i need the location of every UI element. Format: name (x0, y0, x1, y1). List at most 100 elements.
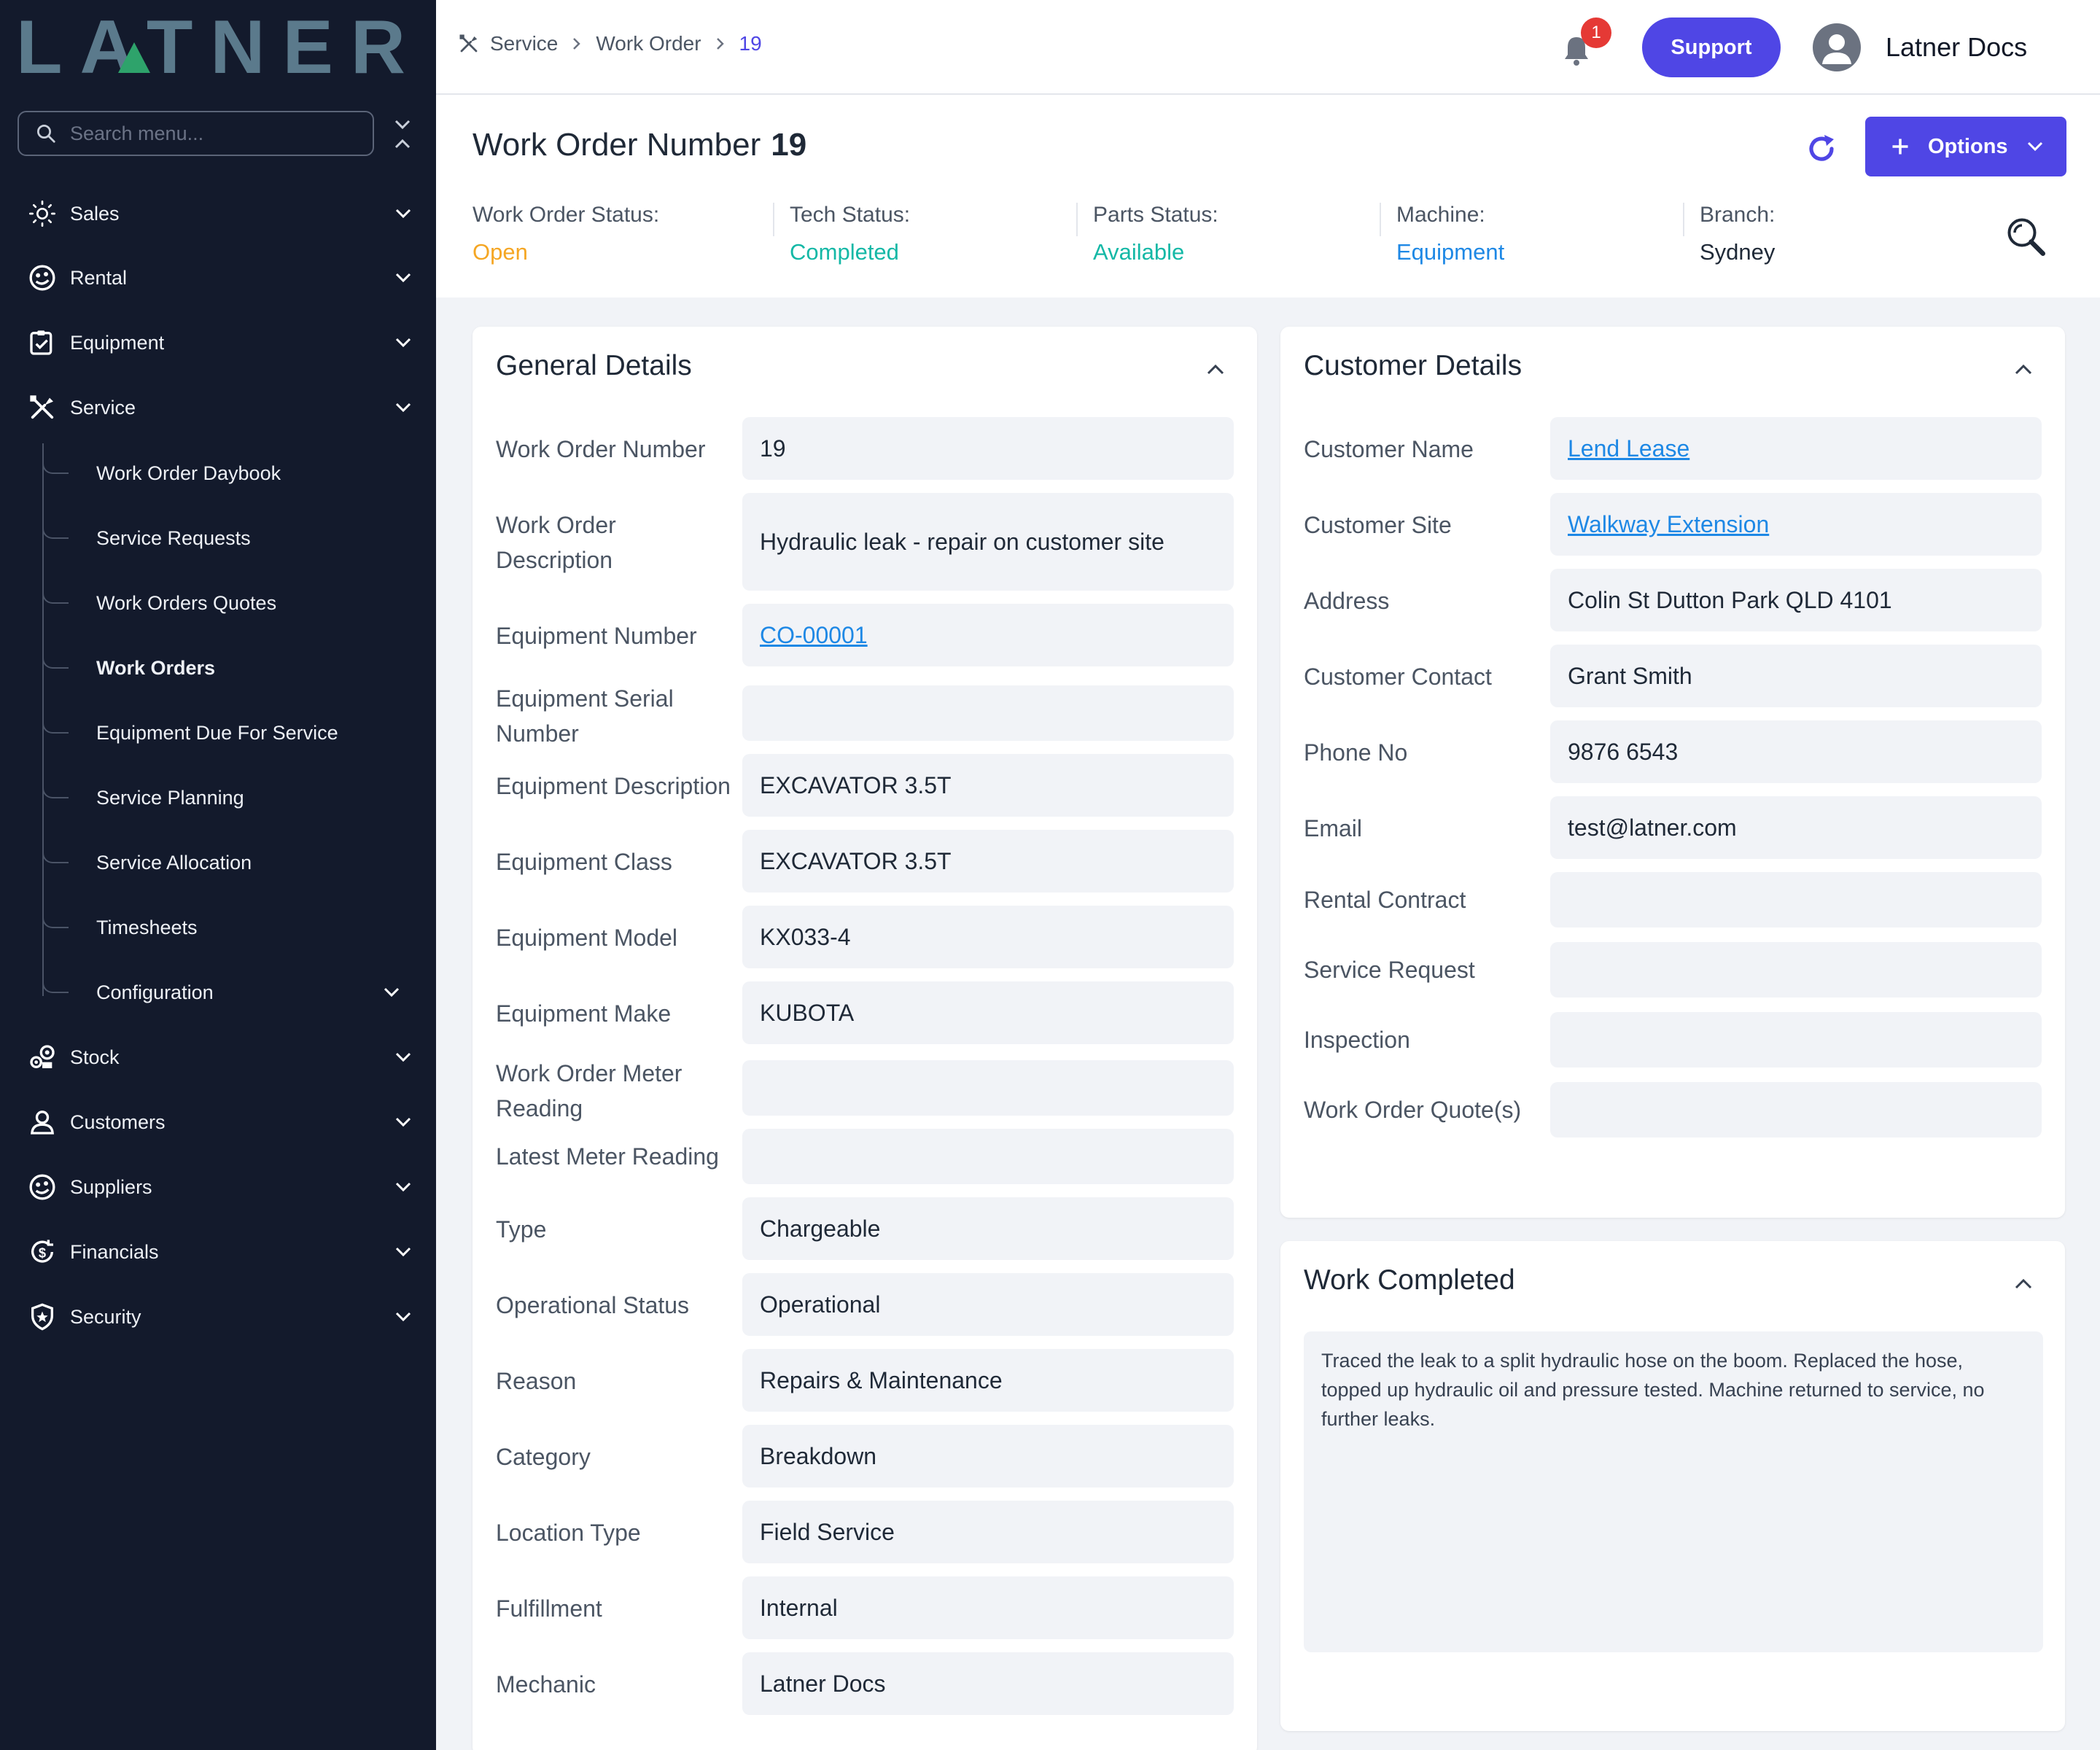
options-button[interactable]: Options (1865, 117, 2066, 176)
sidebar-item-label: Customers (70, 1111, 166, 1133)
submenu-item-label: Work Orders Quotes (96, 591, 277, 614)
field-address: Colin St Dutton Park QLD 4101 (1550, 569, 2042, 631)
field-work-order-quotes (1550, 1082, 2042, 1138)
status-value: Available (1093, 239, 1185, 265)
field-equipment-number-link[interactable]: CO-00001 (742, 604, 1234, 666)
search-icon (37, 125, 55, 143)
field-category: Breakdown (742, 1425, 1234, 1488)
sidebar-item-suppliers[interactable]: Suppliers (0, 1162, 436, 1213)
sidebar-item-financials[interactable]: $ Financials (0, 1226, 436, 1278)
field-label: Category (496, 1444, 591, 1470)
chevron-down-icon (381, 981, 402, 1003)
submenu-item-work-order-daybook[interactable]: Work Order Daybook (42, 448, 436, 499)
chevron-down-icon (392, 1241, 414, 1263)
field-customer-site-link[interactable]: Walkway Extension (1550, 493, 2042, 556)
status-work-order: Work Order Status: Open (472, 203, 659, 268)
status-branch: Branch: Sydney (1700, 203, 1775, 268)
submenu-item-label: Service Allocation (96, 851, 252, 874)
sidebar-item-customers[interactable]: Customers (0, 1097, 436, 1148)
page-title-prefix: Work Order Number (472, 127, 761, 163)
financials-icon: $ (26, 1236, 58, 1268)
submenu-item-service-requests[interactable]: Service Requests (42, 513, 436, 564)
field-label: Reason (496, 1368, 577, 1394)
search-menu-field[interactable] (18, 111, 374, 156)
field-label: Location Type (496, 1520, 641, 1546)
service-icon (26, 392, 58, 424)
submenu-item-configuration[interactable]: Configuration (42, 967, 436, 1018)
page-title: Work Order Number 19 (472, 127, 806, 163)
plus-icon (1892, 139, 1908, 155)
rental-icon (26, 262, 58, 294)
avatar[interactable] (1813, 23, 1861, 71)
work-completed-text[interactable]: Traced the leak to a split hydraulic hos… (1304, 1331, 2043, 1652)
field-label: Equipment Make (496, 1000, 672, 1027)
sidebar-item-label: Financials (70, 1240, 159, 1263)
collapse-all-button[interactable] (391, 117, 414, 152)
field-label: Work Order Quote(s) (1304, 1097, 1522, 1123)
field-fulfillment: Internal (742, 1576, 1234, 1639)
customer-details-card: Customer Details Customer Name Lend Leas… (1280, 327, 2065, 1218)
sidebar-item-sales[interactable]: Sales (0, 188, 436, 239)
sidebar-item-label: Service (70, 396, 136, 419)
card-title: Work Completed (1304, 1264, 1515, 1296)
submenu-item-timesheets[interactable]: Timesheets (42, 902, 436, 953)
stock-icon (26, 1041, 58, 1073)
field-label: Operational Status (496, 1292, 690, 1318)
search-input[interactable] (70, 122, 362, 145)
field-equipment-class: EXCAVATOR 3.5T (742, 830, 1234, 892)
field-label: Work Order Number (496, 436, 706, 462)
divider (1076, 203, 1078, 236)
field-label: Phone No (1304, 739, 1408, 766)
status-value[interactable]: Equipment (1396, 239, 1504, 265)
breadcrumb-work-order[interactable]: Work Order (596, 32, 701, 55)
field-label: Latest Meter Reading (496, 1143, 719, 1170)
chevron-down-icon (392, 267, 414, 289)
user-name[interactable]: Latner Docs (1886, 32, 2027, 63)
field-reason: Repairs & Maintenance (742, 1349, 1234, 1412)
general-details-card: General Details Work Order Number 19 Wor… (472, 327, 1257, 1750)
collapse-card-button[interactable] (2011, 1272, 2036, 1296)
field-latest-meter-reading (742, 1129, 1234, 1184)
field-customer-name-link[interactable]: Lend Lease (1550, 417, 2042, 480)
status-value: Sydney (1700, 239, 1776, 265)
field-equipment-model: KX033-4 (742, 906, 1234, 968)
field-work-order-number: 19 (742, 417, 1234, 480)
submenu-item-service-planning[interactable]: Service Planning (42, 772, 436, 823)
breadcrumb: Service Work Order 19 (458, 32, 762, 55)
field-label: Mechanic (496, 1671, 596, 1698)
submenu-item-work-orders[interactable]: Work Orders (42, 642, 436, 693)
field-operational-status: Operational (742, 1273, 1234, 1336)
magnifier-icon[interactable] (2004, 214, 2048, 258)
suppliers-icon (26, 1171, 58, 1203)
sidebar: LATNER Sales Rental Equipment Service Wo… (0, 0, 436, 1750)
sidebar-item-equipment[interactable]: Equipment (0, 317, 436, 368)
sidebar-item-stock[interactable]: Stock (0, 1032, 436, 1083)
chevron-down-icon (392, 1306, 414, 1328)
sidebar-item-label: Stock (70, 1046, 120, 1068)
chevron-down-icon (392, 1111, 414, 1133)
field-label: Fulfillment (496, 1595, 602, 1622)
shield-icon (26, 1301, 58, 1333)
work-completed-card: Work Completed Traced the leak to a spli… (1280, 1241, 2065, 1731)
sidebar-item-label: Sales (70, 202, 120, 225)
submenu-item-work-orders-quotes[interactable]: Work Orders Quotes (42, 578, 436, 629)
collapse-card-button[interactable] (1203, 357, 1228, 382)
support-button[interactable]: Support (1642, 18, 1781, 77)
field-phone-no: 9876 6543 (1550, 720, 2042, 783)
chevron-down-icon (392, 1046, 414, 1068)
field-label: Equipment Class (496, 849, 672, 875)
field-equipment-make: KUBOTA (742, 981, 1234, 1044)
sidebar-item-security[interactable]: Security (0, 1291, 436, 1342)
sidebar-item-service[interactable]: Service (0, 382, 436, 433)
refresh-icon[interactable] (1804, 131, 1839, 166)
submenu-item-label: Service Planning (96, 786, 244, 809)
user-icon (1822, 34, 1851, 64)
sidebar-item-rental[interactable]: Rental (0, 252, 436, 303)
chevron-up-icon (2015, 1279, 2032, 1289)
field-label: Inspection (1304, 1027, 1410, 1053)
equipment-icon (26, 327, 58, 359)
collapse-card-button[interactable] (2011, 357, 2036, 382)
breadcrumb-service[interactable]: Service (490, 32, 558, 55)
submenu-item-service-allocation[interactable]: Service Allocation (42, 837, 436, 888)
submenu-item-equipment-due-for-service[interactable]: Equipment Due For Service (42, 707, 436, 758)
